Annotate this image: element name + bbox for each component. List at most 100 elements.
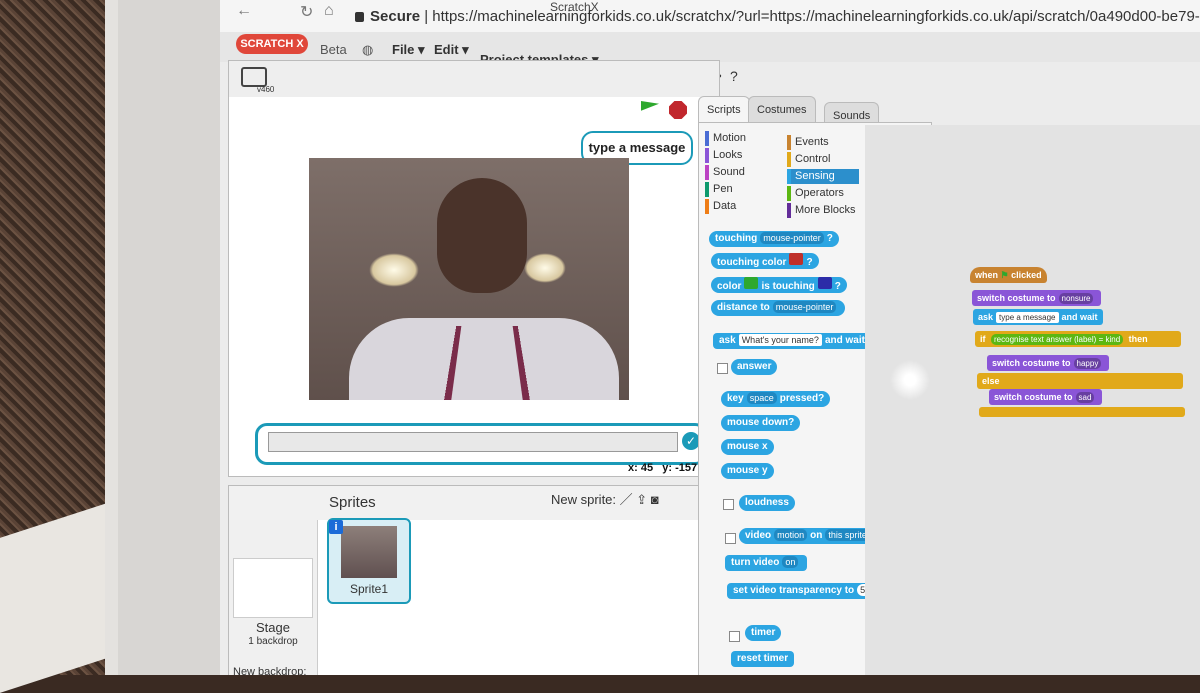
answer-checkbox[interactable] bbox=[717, 363, 728, 374]
sprites-header: Sprites New sprite: ／ ⇪ ◙ bbox=[229, 486, 719, 520]
block-text: clicked bbox=[1011, 270, 1042, 280]
switch-costume-block[interactable]: switch costume to nonsure bbox=[972, 290, 1102, 306]
help-icon[interactable]: ? bbox=[730, 68, 738, 84]
green-flag-icon[interactable] bbox=[641, 101, 659, 111]
x-value: 45 bbox=[640, 462, 654, 474]
category-motion[interactable]: Motion bbox=[705, 131, 777, 146]
sprite1-thumbnail bbox=[341, 526, 397, 578]
answer-input[interactable] bbox=[268, 432, 678, 452]
block-text: turn video bbox=[731, 557, 780, 568]
answer-reporter[interactable]: answer bbox=[731, 359, 778, 375]
color-swatch[interactable] bbox=[817, 277, 832, 289]
category-label: Looks bbox=[713, 149, 743, 161]
category-looks[interactable]: Looks bbox=[705, 148, 777, 163]
equals-operator[interactable]: recognise text answer (label) = kind bbox=[991, 334, 1124, 345]
block-text: ? bbox=[834, 281, 841, 292]
fullscreen-icon[interactable] bbox=[241, 67, 267, 87]
video-checkbox[interactable] bbox=[725, 533, 736, 544]
switch-costume-happy-block[interactable]: switch costume to happy bbox=[987, 355, 1110, 371]
block-text: = bbox=[1098, 335, 1104, 344]
category-control[interactable]: Control bbox=[787, 152, 859, 167]
paint-brush-icon[interactable]: ／ bbox=[620, 492, 633, 507]
block-dropdown[interactable]: motion bbox=[774, 529, 808, 541]
webcam-video-feed bbox=[309, 158, 629, 400]
stage-selector[interactable]: Stage 1 backdrop New backdrop: ／ ⇪ ◙ bbox=[229, 520, 318, 675]
block-input[interactable]: What's your name? bbox=[738, 334, 822, 346]
reset-timer-block[interactable]: reset timer bbox=[731, 651, 795, 667]
tab-scripts[interactable]: Scripts bbox=[698, 96, 750, 123]
tab-costumes[interactable]: Costumes bbox=[748, 96, 816, 123]
turn-video-block[interactable]: turn video on bbox=[725, 555, 808, 571]
block-input[interactable]: type a message bbox=[996, 312, 1059, 323]
category-events[interactable]: Events bbox=[787, 135, 859, 150]
sprites-title: Sprites bbox=[329, 494, 376, 511]
back-icon[interactable]: ← bbox=[236, 2, 252, 20]
color-swatch[interactable] bbox=[744, 277, 759, 289]
block-dropdown[interactable]: on bbox=[782, 556, 799, 568]
new-sprite-text: New sprite: bbox=[551, 492, 617, 507]
block-text: touching bbox=[715, 233, 758, 244]
block-dropdown[interactable]: space bbox=[746, 392, 777, 404]
category-data[interactable]: Data bbox=[705, 199, 777, 214]
block-dropdown[interactable]: happy bbox=[1073, 358, 1102, 369]
stage-label: Stage bbox=[256, 620, 290, 635]
block-text: set video transparency to bbox=[733, 585, 855, 596]
info-icon[interactable]: i bbox=[329, 520, 343, 534]
block-dropdown[interactable]: mouse-pointer bbox=[760, 232, 824, 244]
block-dropdown[interactable]: sad bbox=[1075, 392, 1095, 403]
version-label: v460 bbox=[257, 85, 275, 94]
block-text: ? bbox=[826, 233, 833, 244]
upload-icon[interactable]: ⇪ bbox=[636, 492, 647, 507]
category-label: Sound bbox=[713, 166, 745, 178]
category-more-blocks[interactable]: More Blocks bbox=[787, 203, 859, 218]
switch-costume-sad-block[interactable]: switch costume to sad bbox=[989, 389, 1103, 405]
if-else-block[interactable]: if recognise text answer (label) = kind … bbox=[975, 331, 1181, 347]
ask-answer-box: ✓ bbox=[255, 423, 707, 465]
camera-icon[interactable]: ◙ bbox=[651, 492, 659, 507]
block-dropdown[interactable]: this sprite bbox=[825, 529, 870, 541]
timer-reporter[interactable]: timer bbox=[745, 625, 782, 641]
distance-to-block[interactable]: distance to mouse-pointer bbox=[711, 300, 846, 316]
stop-sign-icon[interactable] bbox=[669, 101, 687, 119]
scripts-area[interactable]: when ⚑ clicked switch costume to nonsure … bbox=[865, 125, 1200, 675]
touching-color-block[interactable]: touching color? bbox=[711, 253, 819, 269]
loudness-checkbox[interactable] bbox=[723, 499, 734, 510]
video-on-block[interactable]: video motion on this sprite bbox=[739, 528, 879, 544]
category-label: Pen bbox=[713, 183, 733, 195]
color-touching-block[interactable]: color is touching? bbox=[711, 277, 847, 293]
sprites-panel: Sprites New sprite: ／ ⇪ ◙ Stage 1 backdr… bbox=[228, 485, 720, 675]
else-label: else bbox=[977, 373, 1183, 389]
sprite1-tile[interactable]: i Sprite1 bbox=[327, 518, 411, 604]
scratchx-logo[interactable]: SCRATCH X bbox=[236, 34, 308, 54]
stage-backdrop-count: 1 backdrop bbox=[248, 636, 298, 647]
mouse-x-reporter[interactable]: mouse x bbox=[721, 439, 774, 455]
ask-and-wait-block[interactable]: ask type a message and wait bbox=[973, 309, 1103, 325]
mouse-y-reporter[interactable]: mouse y bbox=[721, 463, 774, 479]
category-operators[interactable]: Operators bbox=[787, 186, 859, 201]
stage-thumbnail[interactable] bbox=[233, 558, 313, 618]
color-swatch[interactable] bbox=[789, 253, 804, 265]
category-label: Control bbox=[795, 153, 831, 165]
edit-menu[interactable]: Edit ▾ bbox=[434, 42, 469, 58]
category-sensing[interactable]: Sensing bbox=[787, 169, 859, 184]
block-dropdown[interactable]: nonsure bbox=[1058, 293, 1094, 304]
key-pressed-block[interactable]: key space pressed? bbox=[721, 391, 831, 407]
category-label: Data bbox=[713, 200, 737, 212]
if-else-block-bottom bbox=[979, 407, 1185, 417]
block-dropdown[interactable]: mouse-pointer bbox=[772, 301, 837, 313]
when-flag-clicked-block[interactable]: when ⚑ clicked bbox=[970, 267, 1047, 283]
new-backdrop-label: New backdrop: bbox=[233, 666, 307, 675]
file-menu[interactable]: File ▾ bbox=[392, 42, 425, 58]
url-text: https://machinelearningforkids.co.uk/scr… bbox=[432, 8, 1200, 25]
touching-block[interactable]: touching mouse-pointer? bbox=[709, 231, 839, 247]
loudness-reporter[interactable]: loudness bbox=[739, 495, 795, 511]
ask-and-wait-block[interactable]: ask What's your name? and wait bbox=[713, 333, 871, 349]
category-pen[interactable]: Pen bbox=[705, 182, 777, 197]
mouse-down-block[interactable]: mouse down? bbox=[721, 415, 801, 431]
category-sound[interactable]: Sound bbox=[705, 165, 777, 180]
home-icon[interactable]: ⌂ bbox=[324, 2, 334, 20]
address-bar[interactable]: Secure | https://machinelearningforkids.… bbox=[355, 8, 1200, 25]
globe-icon[interactable]: ◍ bbox=[362, 42, 373, 58]
timer-checkbox[interactable] bbox=[729, 631, 740, 642]
reload-icon[interactable]: ↻ bbox=[300, 2, 313, 22]
